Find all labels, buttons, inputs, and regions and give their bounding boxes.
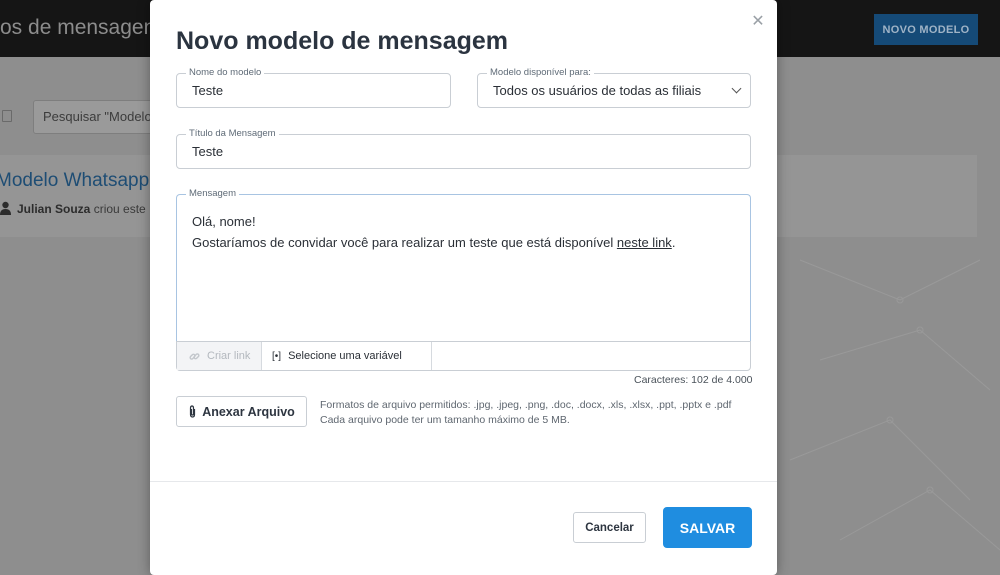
chevron-down-icon	[731, 83, 742, 94]
save-button[interactable]: SALVAR	[663, 507, 752, 548]
user-icon	[0, 201, 11, 215]
model-name-label: Nome do modelo	[186, 67, 265, 79]
close-icon[interactable]: ✕	[750, 12, 766, 30]
template-card-title: Modelo Whatsapp	[0, 170, 150, 191]
background-decoration	[789, 259, 1000, 551]
message-label: Mensagem	[186, 188, 239, 200]
message-title-field[interactable]: Título da Mensagem Teste	[176, 128, 751, 169]
message-textarea[interactable]: Mensagem Olá, nome! Gostaríamos de convi…	[176, 188, 751, 341]
attach-file-label: Anexar Arquivo	[202, 404, 295, 419]
availability-label: Modelo disponível para:	[487, 67, 594, 79]
create-link-button[interactable]: Criar link	[177, 342, 262, 370]
availability-value: Todos os usuários de todas as filiais	[493, 83, 702, 98]
attach-file-button[interactable]: Anexar Arquivo	[176, 396, 307, 427]
select-variable-button[interactable]: [•] Selecione uma variável	[262, 342, 432, 370]
message-line-2-suffix: .	[671, 235, 676, 250]
model-name-value[interactable]: Teste	[192, 83, 223, 98]
message-toolbar: Criar link [•] Selecione uma variável	[176, 341, 751, 371]
template-card-author: Julian Souza criou este	[17, 202, 146, 216]
model-name-field[interactable]: Nome do modelo Teste	[176, 67, 451, 108]
availability-select[interactable]: Modelo disponível para: Todos os usuário…	[477, 67, 751, 108]
message-content[interactable]: Olá, nome! Gostaríamos de convidar você …	[192, 211, 675, 253]
page-title: os de mensagens	[0, 16, 166, 39]
create-link-label: Criar link	[207, 350, 251, 362]
character-counter: Caracteres: 102 de 4.000	[634, 374, 753, 386]
new-model-button[interactable]: NOVO MODELO	[874, 14, 978, 45]
cancel-button[interactable]: Cancelar	[573, 512, 646, 543]
filter-icon	[2, 110, 12, 122]
author-action: criou este	[93, 202, 146, 216]
message-line-2: Gostaríamos de convidar você para realiz…	[192, 232, 675, 253]
message-line-1: Olá, nome!	[192, 214, 256, 229]
message-title-value[interactable]: Teste	[192, 144, 223, 159]
link-icon	[189, 352, 200, 360]
new-template-modal: Novo modelo de mensagem ✕ Nome do modelo…	[150, 0, 777, 575]
search-input[interactable]: Pesquisar "Modelos	[33, 100, 163, 134]
attachment-info: Formatos de arquivo permitidos: .jpg, .j…	[320, 398, 731, 428]
max-size-text: Cada arquivo pode ter um tamanho máximo …	[320, 414, 570, 426]
message-title-label: Título da Mensagem	[186, 128, 279, 140]
allowed-formats-text: Formatos de arquivo permitidos: .jpg, .j…	[320, 399, 732, 411]
author-name: Julian Souza	[17, 202, 91, 216]
message-line-2-text: Gostaríamos de convidar você para realiz…	[192, 235, 617, 250]
paperclip-icon	[190, 405, 196, 418]
modal-title: Novo modelo de mensagem	[176, 27, 509, 55]
select-variable-label: Selecione uma variável	[288, 350, 402, 362]
footer-divider	[150, 481, 777, 482]
message-link[interactable]: neste link	[617, 235, 672, 250]
variable-icon: [•]	[272, 350, 282, 362]
